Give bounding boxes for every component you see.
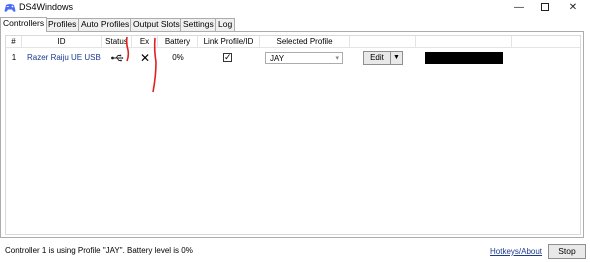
title-bar: DS4Windows — ✕ bbox=[0, 0, 590, 16]
red-annotation-left bbox=[125, 36, 130, 62]
gamepad-icon bbox=[4, 4, 16, 12]
header-selected-profile[interactable]: Selected Profile bbox=[260, 36, 350, 47]
minimize-button[interactable]: — bbox=[505, 0, 533, 15]
red-annotation-marks bbox=[125, 36, 157, 93]
tab-profiles[interactable]: Profiles bbox=[45, 18, 80, 31]
tab-settings[interactable]: Settings bbox=[180, 18, 217, 31]
stop-button[interactable]: Stop bbox=[548, 244, 586, 259]
profile-select[interactable]: JAY ▾ bbox=[265, 52, 343, 64]
chevron-down-icon: ▾ bbox=[335, 55, 339, 62]
close-button[interactable]: ✕ bbox=[559, 0, 587, 15]
header-id[interactable]: ID bbox=[22, 36, 102, 47]
tab-output-slots[interactable]: Output Slots bbox=[130, 18, 183, 31]
hotkeys-about-link[interactable]: Hotkeys/About bbox=[490, 247, 542, 256]
controllers-panel: # ID Status Ex Battery Link Profile/ID S… bbox=[0, 31, 584, 238]
table-row[interactable]: 1 Razer Raiju UE USB ✕ 0% ✓ JAY ▾ Edit ▼ bbox=[6, 50, 580, 66]
profile-select-value: JAY bbox=[270, 54, 285, 63]
window-title: DS4Windows bbox=[19, 2, 74, 12]
red-annotation-right bbox=[152, 37, 157, 93]
header-edit bbox=[350, 36, 416, 47]
maximize-icon bbox=[541, 3, 549, 12]
controller-id: Razer Raiju UE USB bbox=[27, 53, 101, 62]
edit-dropdown-button[interactable]: ▼ bbox=[390, 51, 403, 65]
grid-header: # ID Status Ex Battery Link Profile/ID S… bbox=[6, 36, 580, 48]
tab-controllers[interactable]: Controllers bbox=[0, 17, 48, 32]
controllers-grid: # ID Status Ex Battery Link Profile/ID S… bbox=[5, 35, 581, 235]
tab-log[interactable]: Log bbox=[215, 18, 236, 31]
checkmark-icon: ✓ bbox=[224, 52, 232, 62]
tab-auto-profiles[interactable]: Auto Profiles bbox=[78, 18, 133, 31]
edit-button[interactable]: Edit bbox=[363, 51, 391, 65]
status-text: Controller 1 is using Profile "JAY". Bat… bbox=[5, 246, 193, 255]
header-battery[interactable]: Battery bbox=[158, 36, 198, 47]
header-extra bbox=[416, 36, 512, 47]
header-num[interactable]: # bbox=[6, 36, 22, 47]
link-profile-checkbox[interactable]: ✓ bbox=[223, 52, 232, 62]
header-link-profile[interactable]: Link Profile/ID bbox=[198, 36, 260, 47]
redaction-box bbox=[425, 52, 503, 64]
status-bar: Controller 1 is using Profile "JAY". Bat… bbox=[0, 241, 590, 262]
battery-value: 0% bbox=[172, 53, 184, 62]
row-num: 1 bbox=[11, 53, 17, 62]
maximize-button[interactable] bbox=[531, 0, 559, 15]
